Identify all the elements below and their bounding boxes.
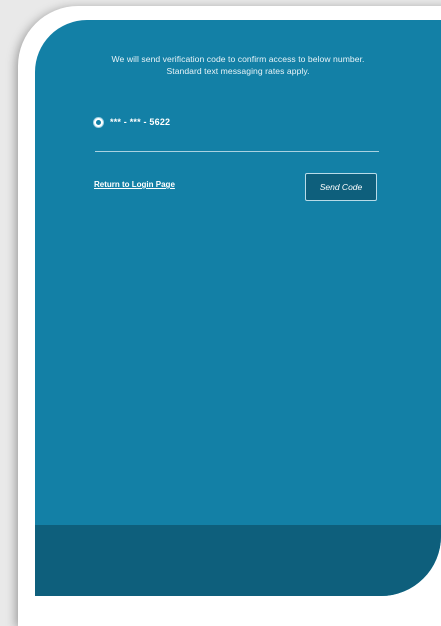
divider xyxy=(95,151,379,152)
phone-number-option[interactable]: *** - *** - 5622 xyxy=(94,117,170,127)
return-to-login-link[interactable]: Return to Login Page xyxy=(94,180,175,189)
message-line-1: We will send verification code to confir… xyxy=(111,54,365,64)
phone-radio-button[interactable] xyxy=(94,117,103,127)
message-line-2: Standard text messaging rates apply. xyxy=(166,66,310,76)
verification-message: We will send verification code to confir… xyxy=(35,53,441,77)
send-code-button[interactable]: Send Code xyxy=(305,173,377,201)
phone-number-label: *** - *** - 5622 xyxy=(110,117,171,127)
footer-band xyxy=(35,525,441,596)
verification-panel: We will send verification code to confir… xyxy=(35,20,441,596)
